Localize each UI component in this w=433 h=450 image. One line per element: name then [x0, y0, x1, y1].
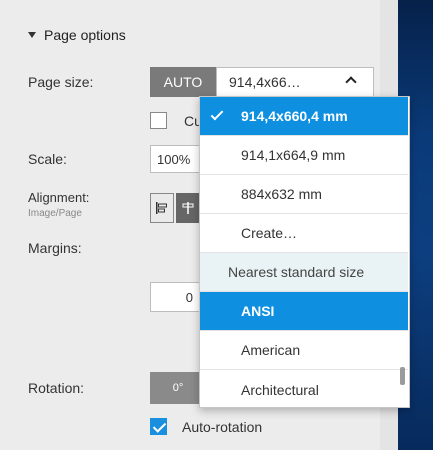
- alignment-label: Alignment:: [28, 190, 90, 205]
- dropdown-item-label: 884x632 mm: [241, 186, 322, 202]
- alignment-sublabel: Image/Page: [28, 208, 82, 219]
- custom-size-checkbox[interactable]: [150, 112, 167, 129]
- auto-button[interactable]: AUTO: [150, 67, 216, 97]
- align-left-icon: [156, 202, 167, 214]
- dropdown-scrollbar-thumb[interactable]: [400, 367, 405, 385]
- auto-rotation-checkbox[interactable]: [150, 418, 167, 435]
- align-center-button[interactable]: [176, 193, 200, 223]
- dropdown-item-label: American: [241, 342, 301, 358]
- margin-value: 0: [185, 289, 193, 305]
- rotation-button[interactable]: 0°: [150, 372, 206, 404]
- scale-label: Scale:: [28, 151, 67, 167]
- page-size-value: 914,4x66…: [229, 74, 301, 90]
- check-icon: [210, 107, 224, 121]
- page-size-dropdown: 914,4x660,4 mm 914,1x664,9 mm 884x632 mm…: [199, 96, 410, 408]
- dropdown-item-label: ANSI: [241, 303, 275, 319]
- page-options-header[interactable]: Page options: [28, 27, 126, 43]
- dropdown-item-914-1x664-9[interactable]: 914,1x664,9 mm: [200, 136, 408, 175]
- dropdown-item-ansi[interactable]: ANSI: [200, 292, 408, 331]
- dropdown-item-american[interactable]: American: [200, 331, 408, 370]
- dropdown-item-884x632[interactable]: 884x632 mm: [200, 175, 408, 214]
- scale-value: 100%: [157, 151, 191, 167]
- margin-input[interactable]: 0: [150, 282, 206, 312]
- dropdown-item-label: 914,1x664,9 mm: [241, 147, 346, 163]
- rotation-label: Rotation:: [28, 380, 85, 396]
- page-size-select[interactable]: 914,4x66…: [216, 67, 374, 97]
- section-title: Page options: [44, 27, 126, 43]
- dropdown-item-label: Architectural: [241, 381, 319, 398]
- margins-label: Margins:: [28, 240, 82, 256]
- dropdown-item-914-4x660-4[interactable]: 914,4x660,4 mm: [200, 97, 408, 136]
- collapse-triangle-icon: [28, 32, 36, 38]
- dropdown-item-label: 914,4x660,4 mm: [241, 108, 348, 124]
- align-left-button[interactable]: [150, 193, 174, 223]
- chevron-up-icon: [345, 76, 357, 88]
- align-center-icon: [182, 202, 194, 214]
- dropdown-item-architectural[interactable]: Architectural: [200, 370, 408, 407]
- alignment-buttons: [150, 193, 200, 223]
- dropdown-group-nearest-standard: Nearest standard size: [200, 253, 408, 292]
- dropdown-group-label: Nearest standard size: [228, 264, 365, 280]
- dropdown-item-label: Create…: [241, 225, 298, 241]
- dropdown-item-create[interactable]: Create…: [200, 214, 408, 253]
- page-size-label: Page size:: [28, 74, 94, 90]
- auto-rotation-label: Auto-rotation: [182, 419, 263, 435]
